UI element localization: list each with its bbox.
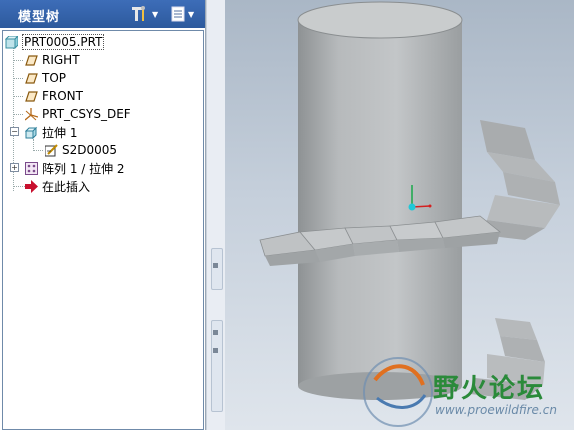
panel-splitter[interactable] [206,0,225,430]
chevron-down-icon: ▼ [188,9,195,19]
tree-item-extrude-1[interactable]: 拉伸 1 [25,123,77,141]
tree-show-icon [171,6,185,22]
tree-item-label: FRONT [42,89,83,103]
part-icon [5,35,18,49]
tree-item-label: RIGHT [42,53,80,67]
graphics-window[interactable]: 野火论坛 www.proewildfire.cn [225,0,574,430]
tree-connector-line [13,114,23,115]
model-tree-panel: 模型树 ▼ ▼ PRT0005.PRT RIGHT TOP FRONT PRT_… [0,0,206,430]
tree-connector-line [13,78,23,79]
tree-show-button[interactable]: ▼ [170,4,194,24]
tree-item-front[interactable]: FRONT [25,87,83,105]
chevron-down-icon: ▼ [152,9,159,19]
watermark-text: 野火论坛 [433,374,546,404]
tree-item-label: S2D0005 [62,143,118,157]
tree-connector-line [33,150,43,151]
insert-here-arrow-icon [25,179,38,193]
splitter-dot-icon [213,348,218,353]
datum-plane-icon [25,72,38,84]
tree-item-pattern[interactable]: 阵列 1 / 拉伸 2 [25,159,125,177]
model-tree-title: 模型树 [18,10,61,25]
expand-toggle-icon[interactable]: + [10,163,19,172]
tree-connector-line [13,186,25,187]
tree-item-label: 阵列 1 / 拉伸 2 [42,161,125,176]
extrude-icon [25,126,38,139]
pattern-icon [25,161,38,175]
tree-item-part[interactable]: PRT0005.PRT [5,33,105,51]
datum-plane-icon [25,90,38,102]
model-tree-header: 模型树 ▼ ▼ [0,0,205,28]
splitter-dot-icon [213,330,218,335]
expand-toggle-icon[interactable]: − [10,127,19,136]
tree-item-label: 拉伸 1 [42,125,78,140]
splitter-grip[interactable] [211,248,223,290]
tree-connector-line [13,96,23,97]
tree-item-insert-here[interactable]: 在此插入 [25,177,90,195]
tree-item-csys[interactable]: PRT_CSYS_DEF [25,105,131,123]
tree-item-label: PRT_CSYS_DEF [42,107,131,121]
tree-connector-line [13,60,23,61]
cylinder-body [297,1,463,400]
tree-item-label: TOP [42,71,67,85]
tree-item-top[interactable]: TOP [25,69,66,87]
model-3d-view[interactable] [225,0,574,430]
tree-item-label: PRT0005.PRT [22,34,105,50]
tree-item-label: 在此插入 [42,179,91,194]
watermark-url: www.proewildfire.cn [435,403,557,417]
datum-plane-icon [25,54,38,66]
csys-icon [25,107,38,120]
tree-settings-button[interactable]: ▼ [130,4,158,24]
tree-settings-icon [132,6,145,21]
tree-item-sketch[interactable]: S2D0005 [45,141,117,159]
tree-item-right[interactable]: RIGHT [25,51,80,69]
sketch-icon [45,143,58,156]
model-tree-body: PRT0005.PRT RIGHT TOP FRONT PRT_CSYS_DEF… [2,30,204,430]
splitter-dot-icon [213,263,218,268]
